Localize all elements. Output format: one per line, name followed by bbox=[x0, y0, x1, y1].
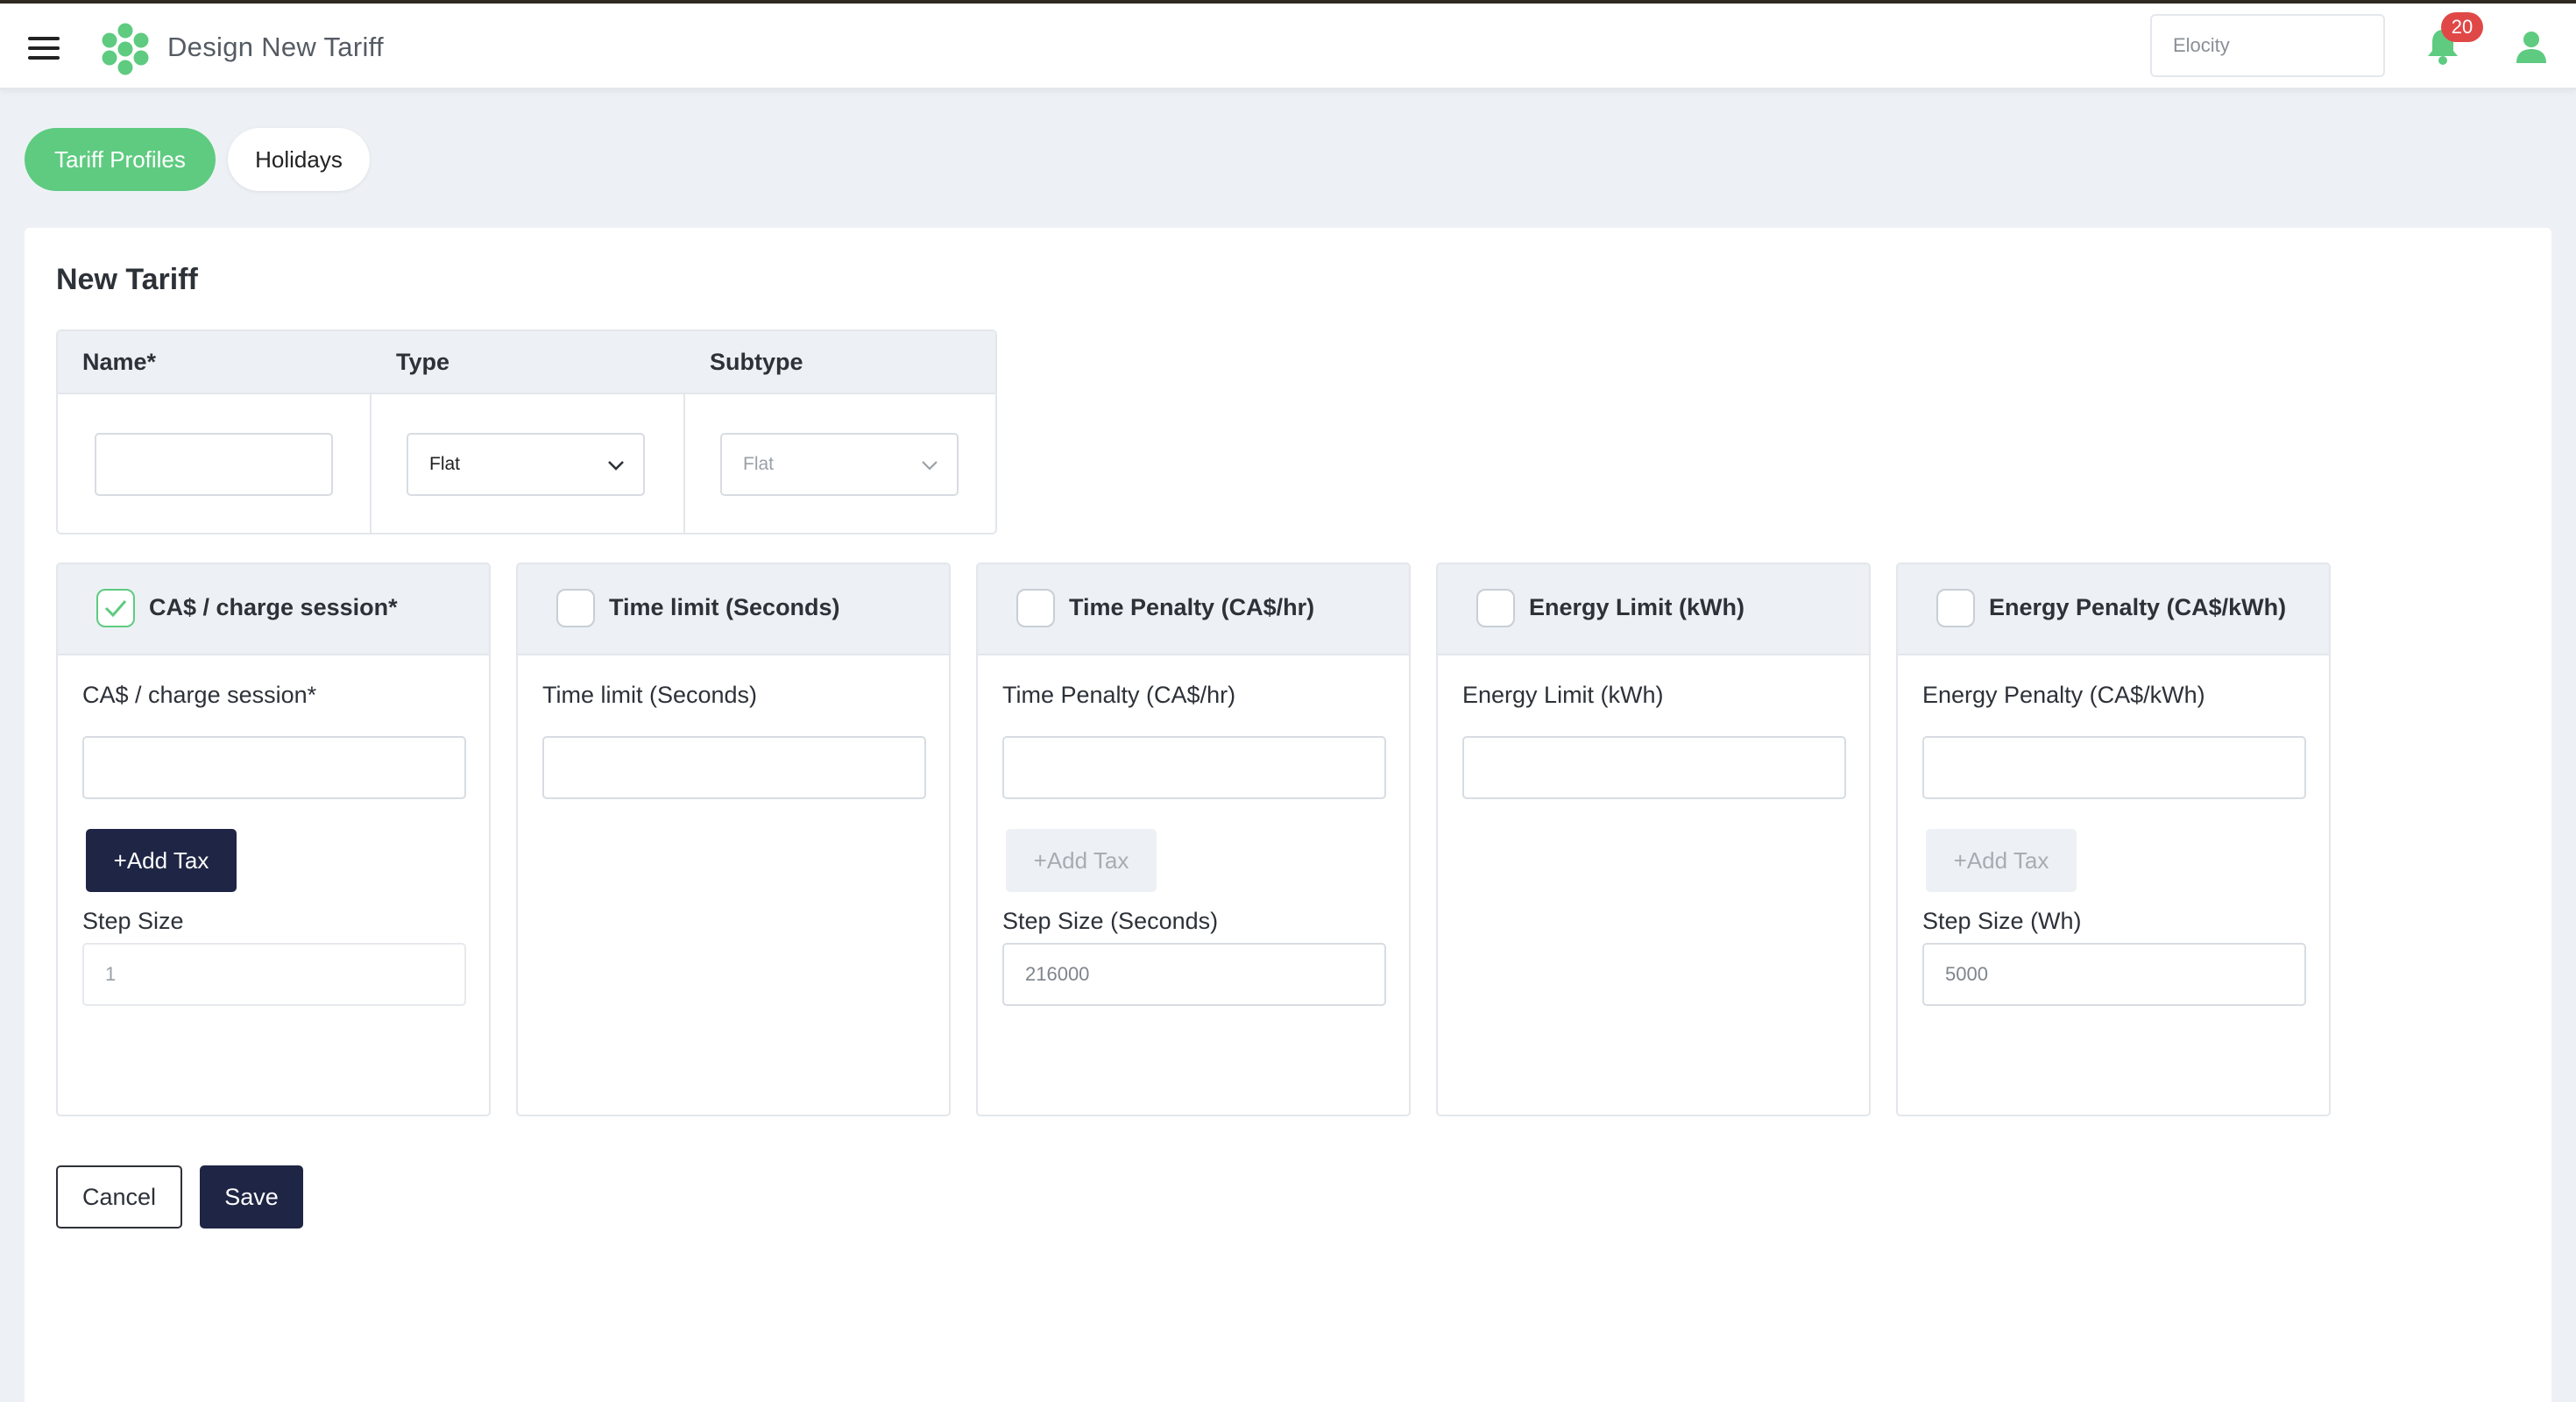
energy-limit-checkbox[interactable] bbox=[1476, 589, 1515, 627]
step-size-input[interactable]: 5000 bbox=[1922, 943, 2306, 1006]
cancel-button[interactable]: Cancel bbox=[56, 1165, 182, 1229]
page-title: Design New Tariff bbox=[167, 32, 384, 62]
tab-holidays[interactable]: Holidays bbox=[228, 128, 370, 191]
user-icon[interactable] bbox=[2515, 30, 2548, 65]
add-tax-button[interactable]: +Add Tax bbox=[1006, 829, 1157, 892]
column-divider bbox=[683, 394, 685, 533]
panel-header: CA$ / charge session* bbox=[58, 564, 489, 655]
type-header: Type bbox=[396, 349, 450, 375]
notification-badge: 20 bbox=[2441, 12, 2483, 42]
column-divider bbox=[370, 394, 372, 533]
panel-header: Energy Penalty (CA$/kWh) bbox=[1898, 564, 2329, 655]
panel-title: CA$ / charge session* bbox=[149, 594, 398, 620]
name-header: Name* bbox=[82, 349, 157, 375]
tariff-basics-table: Name* Type Subtype Flat Flat bbox=[56, 329, 997, 535]
charge-session-input[interactable] bbox=[82, 736, 466, 799]
panel-title: Energy Penalty (CA$/kWh) bbox=[1989, 594, 2287, 620]
tab-tariff-profiles[interactable]: Tariff Profiles bbox=[25, 128, 216, 191]
field-label: CA$ / charge session* bbox=[82, 682, 317, 708]
table-header-row: Name* Type Subtype bbox=[58, 331, 995, 394]
field-label: Time Penalty (CA$/hr) bbox=[1002, 682, 1236, 708]
step-size-input[interactable]: 216000 bbox=[1002, 943, 1386, 1006]
field-label: Energy Limit (kWh) bbox=[1462, 682, 1664, 708]
panel-title: Time limit (Seconds) bbox=[609, 594, 840, 620]
subtype-select-value: Flat bbox=[743, 454, 775, 474]
step-size-input[interactable]: 1 bbox=[82, 943, 466, 1006]
save-button[interactable]: Save bbox=[200, 1165, 303, 1229]
time-limit-panel: Time limit (Seconds) Time limit (Seconds… bbox=[516, 563, 951, 1116]
time-penalty-checkbox[interactable] bbox=[1016, 589, 1055, 627]
subtype-select[interactable]: Flat bbox=[720, 433, 959, 496]
chevron-down-icon bbox=[608, 461, 624, 471]
panel-title: Energy Limit (kWh) bbox=[1529, 594, 1745, 620]
type-select[interactable]: Flat bbox=[407, 433, 645, 496]
menu-icon[interactable] bbox=[28, 37, 60, 61]
energy-penalty-input[interactable] bbox=[1922, 736, 2306, 799]
panel-header: Time Penalty (CA$/hr) bbox=[978, 564, 1409, 655]
form-title: New Tariff bbox=[56, 263, 198, 296]
add-tax-button[interactable]: +Add Tax bbox=[1926, 829, 2077, 892]
charge-session-checkbox[interactable] bbox=[96, 589, 135, 627]
step-size-label: Step Size (Wh) bbox=[1922, 908, 2082, 934]
check-icon bbox=[104, 600, 127, 618]
step-size-label: Step Size bbox=[82, 908, 184, 934]
organization-selector[interactable] bbox=[2150, 14, 2385, 77]
panel-header: Energy Limit (kWh) bbox=[1438, 564, 1869, 655]
time-limit-checkbox[interactable] bbox=[556, 589, 595, 627]
energy-penalty-checkbox[interactable] bbox=[1936, 589, 1975, 627]
subtype-header: Subtype bbox=[710, 349, 803, 375]
field-label: Energy Penalty (CA$/kWh) bbox=[1922, 682, 2205, 708]
panel-title: Time Penalty (CA$/hr) bbox=[1069, 594, 1315, 620]
charge-session-panel: CA$ / charge session* CA$ / charge sessi… bbox=[56, 563, 491, 1116]
panel-header: Time limit (Seconds) bbox=[518, 564, 949, 655]
add-tax-button[interactable]: +Add Tax bbox=[86, 829, 237, 892]
time-penalty-panel: Time Penalty (CA$/hr) Time Penalty (CA$/… bbox=[976, 563, 1411, 1116]
logo-icon bbox=[102, 23, 149, 75]
name-input[interactable] bbox=[95, 433, 333, 496]
energy-limit-input[interactable] bbox=[1462, 736, 1846, 799]
step-size-label: Step Size (Seconds) bbox=[1002, 908, 1219, 934]
energy-limit-panel: Energy Limit (kWh) Energy Limit (kWh) bbox=[1436, 563, 1871, 1116]
type-select-value: Flat bbox=[429, 454, 461, 474]
time-limit-input[interactable] bbox=[542, 736, 926, 799]
energy-penalty-panel: Energy Penalty (CA$/kWh) Energy Penalty … bbox=[1896, 563, 2331, 1116]
field-label: Time limit (Seconds) bbox=[542, 682, 758, 708]
chevron-down-icon bbox=[922, 461, 938, 471]
time-penalty-input[interactable] bbox=[1002, 736, 1386, 799]
